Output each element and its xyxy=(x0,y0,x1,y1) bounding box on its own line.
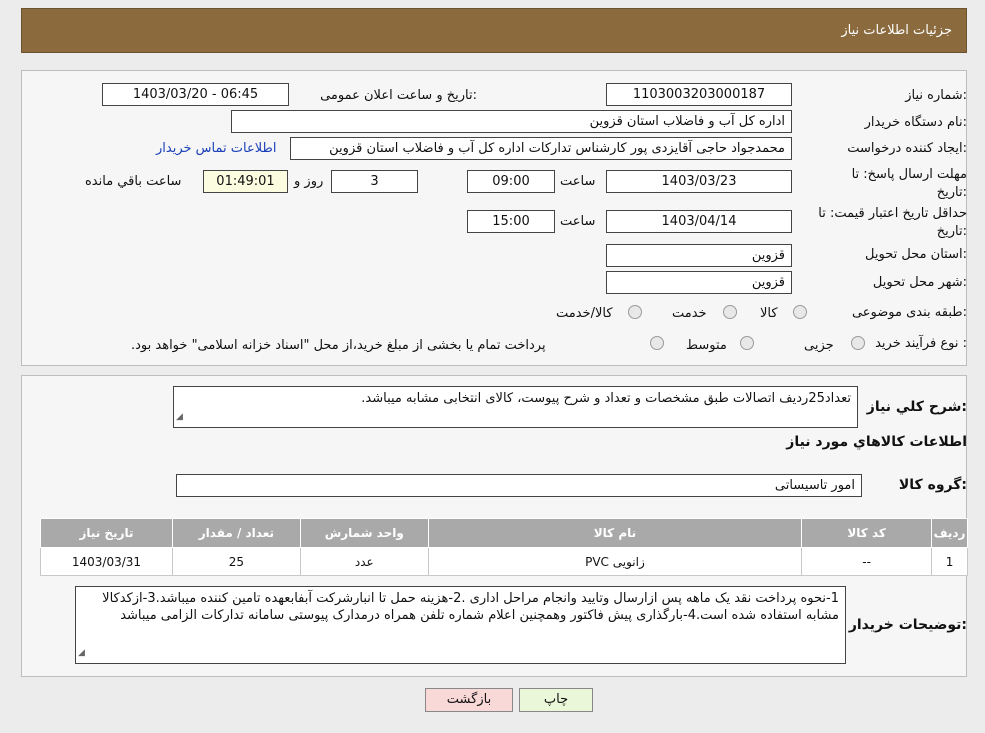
buyer-contact-link[interactable]: اطلاعات تماس خریدار xyxy=(156,140,276,158)
summary-label: شرح کلي نياز: xyxy=(866,399,967,415)
summary-text: تعداد25ردیف اتصالات طبق مشخصات و تعداد و… xyxy=(361,391,851,406)
resize-grip-icon[interactable]: ◢ xyxy=(176,409,183,426)
province-field: قزوین xyxy=(606,244,792,267)
goods-table: رديف کد کالا نام کالا واحد شمارش تعداد /… xyxy=(40,518,968,576)
goods-group-field: امور تاسیساتی xyxy=(176,474,862,497)
col-item-code: کد کالا xyxy=(801,518,933,548)
category-label: طبقه بندی موضوعی: xyxy=(851,305,967,320)
col-need-date: تاریخ نیاز xyxy=(40,518,173,548)
remaining-time-field: 01:49:01 xyxy=(203,170,288,193)
col-row-number: رديف xyxy=(931,518,968,548)
process-radio-minor[interactable] xyxy=(851,336,865,350)
creator-label: ایجاد کننده درخواست: xyxy=(847,141,967,156)
page-header: جزئیات اطلاعات نیاز xyxy=(21,8,967,53)
process-option-minor: جزیی xyxy=(804,338,834,353)
remaining-time-label: ساعت باقي مانده xyxy=(85,174,182,189)
days-label: روز و xyxy=(294,174,324,189)
city-field: قزوین xyxy=(606,271,792,294)
need-number-field: 1103003203000187 xyxy=(606,83,792,106)
cell-item-name: زانویی PVC xyxy=(427,547,803,576)
col-unit: واحد شمارش xyxy=(299,518,429,548)
validity-label-date: تاريخ: xyxy=(936,224,967,239)
cell-item-code: -- xyxy=(801,547,933,576)
process-radio-medium[interactable] xyxy=(740,336,754,350)
category-radio-goods[interactable] xyxy=(793,305,807,319)
city-label: شهر محل تحویل: xyxy=(872,275,967,290)
page-title: جزئیات اطلاعات نیاز xyxy=(841,23,952,38)
print-button[interactable]: چاپ xyxy=(519,688,593,712)
cell-row-number: 1 xyxy=(931,547,968,576)
col-quantity: تعداد / مقدار xyxy=(171,518,301,548)
deadline-time-field: 09:00 xyxy=(467,170,555,193)
process-treasury-note: پرداخت تمام یا بخشی از مبلغ خرید،از محل … xyxy=(131,338,546,353)
days-remaining-field: 3 xyxy=(331,170,418,193)
col-item-name: نام کالا xyxy=(427,518,803,548)
buyer-org-field: اداره کل آب و فاضلاب استان قزوین xyxy=(231,110,792,133)
announce-date-field: 1403/03/20 - 06:45 xyxy=(102,83,289,106)
table-row: 1 -- زانویی PVC عدد 25 1403/03/31 xyxy=(40,547,968,576)
buyer-notes-text: 1-نحوه پرداخت نقد یک ماهه پس ازارسال وتا… xyxy=(102,591,839,623)
process-radio-treasury[interactable] xyxy=(650,336,664,350)
back-button[interactable]: بازگشت xyxy=(425,688,513,712)
resize-grip-icon[interactable]: ◢ xyxy=(78,645,85,662)
creator-field: محمدجواد حاجی آقایزدی پور کارشناس تدارکا… xyxy=(290,137,792,160)
goods-section-title: اطلاعات کالاهاي مورد نياز xyxy=(786,434,967,450)
goods-table-header: رديف کد کالا نام کالا واحد شمارش تعداد /… xyxy=(40,518,968,548)
deadline-time-label: ساعت xyxy=(560,174,596,189)
deadline-date-field: 1403/03/23 xyxy=(606,170,792,193)
category-radio-service[interactable] xyxy=(723,305,737,319)
buyer-notes-label: توضیحات خریدار: xyxy=(848,617,967,633)
process-option-medium: متوسط xyxy=(686,338,727,353)
announce-date-label: تاریخ و ساعت اعلان عمومی: xyxy=(320,88,477,103)
province-label: استان محل تحویل: xyxy=(865,247,967,262)
validity-label: حداقل تاريخ اعتبار قيمت: تا xyxy=(818,206,967,221)
category-option-service: خدمت xyxy=(672,306,707,321)
category-option-goods-service: کالا/خدمت xyxy=(556,306,613,321)
process-label: نوع فرآیند خرید : xyxy=(875,336,967,351)
goods-group-label: گروه کالا: xyxy=(898,477,967,493)
validity-time-label: ساعت xyxy=(560,214,596,229)
need-number-label: شماره نیاز: xyxy=(905,88,967,103)
validity-time-field: 15:00 xyxy=(467,210,555,233)
deadline-label: مهلت ارسال پاسخ: تا xyxy=(851,167,967,182)
summary-textarea[interactable]: تعداد25ردیف اتصالات طبق مشخصات و تعداد و… xyxy=(173,386,858,428)
buyer-notes-textarea[interactable]: 1-نحوه پرداخت نقد یک ماهه پس ازارسال وتا… xyxy=(75,586,846,664)
buyer-org-label: نام دستگاه خریدار: xyxy=(864,115,967,130)
cell-quantity: 25 xyxy=(171,547,301,576)
category-option-goods: کالا xyxy=(760,306,778,321)
cell-need-date: 1403/03/31 xyxy=(40,547,173,576)
category-radio-goods-service[interactable] xyxy=(628,305,642,319)
cell-unit: عدد xyxy=(299,547,429,576)
deadline-label-date: تاریخ: xyxy=(936,185,967,200)
validity-date-field: 1403/04/14 xyxy=(606,210,792,233)
